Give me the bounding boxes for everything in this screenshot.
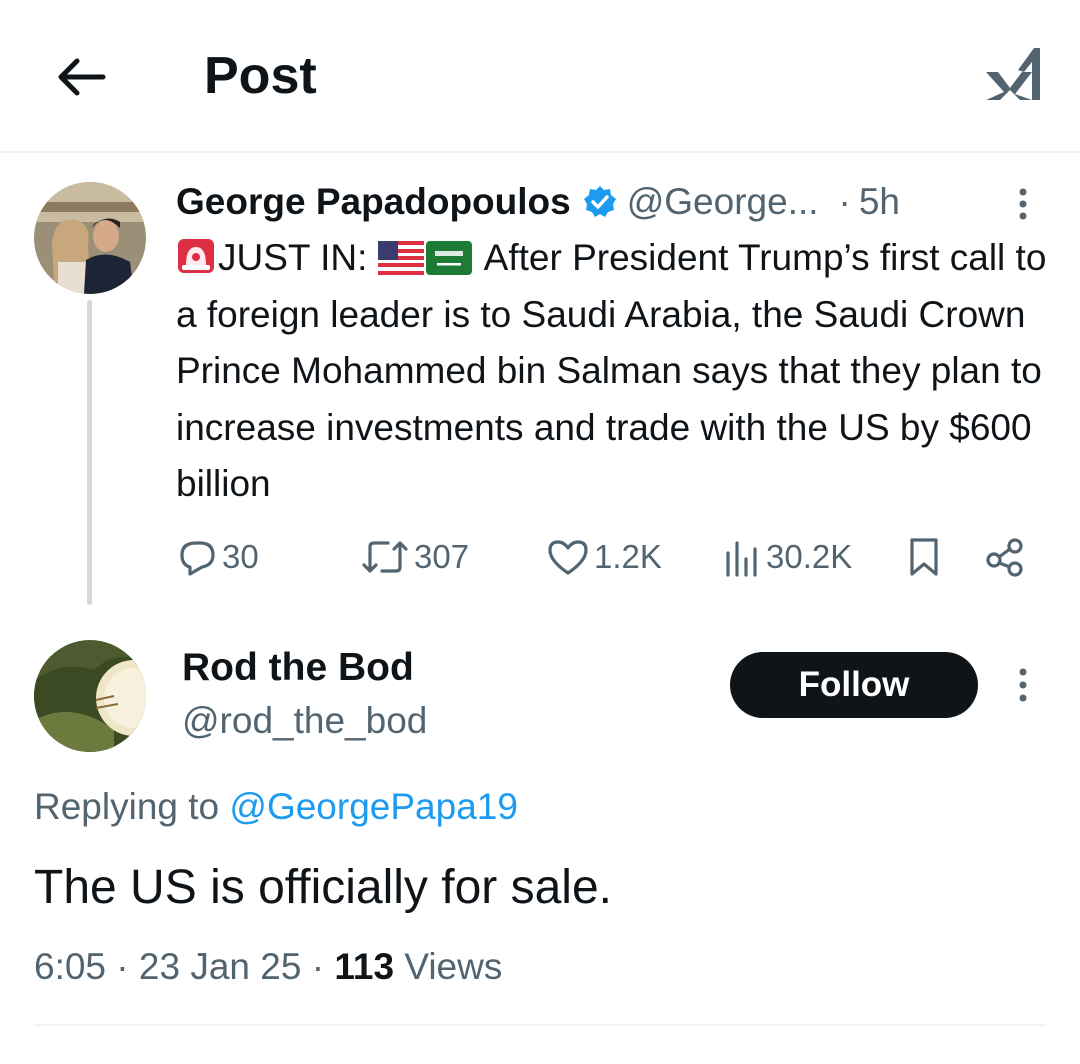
reply-views-label: Views bbox=[404, 946, 503, 987]
reply-author-handle[interactable]: @rod_the_bod bbox=[182, 697, 427, 745]
reply-date[interactable]: 23 Jan 25 bbox=[139, 946, 302, 987]
arrow-left-icon bbox=[58, 58, 106, 96]
reply-button[interactable]: 30 bbox=[176, 534, 259, 580]
tweet-age[interactable]: 5h bbox=[859, 181, 900, 223]
heart-icon bbox=[548, 540, 588, 575]
tweet-text: JUST IN: After President Trump’s first c… bbox=[176, 230, 1056, 513]
repost-count: 307 bbox=[414, 538, 470, 575]
more-options-icon[interactable] bbox=[1008, 664, 1038, 706]
action-bar: 30 307 1.2K 30.2K bbox=[176, 534, 1036, 580]
share-icon bbox=[986, 538, 1023, 577]
avatar[interactable] bbox=[34, 640, 146, 752]
reply-meta: 6:05 · 23 Jan 25 · 113 Views bbox=[34, 943, 502, 991]
author-handle[interactable]: @George... bbox=[627, 181, 819, 223]
tweet-text-prefix: JUST IN: bbox=[218, 237, 378, 278]
back-button[interactable] bbox=[52, 48, 110, 106]
page-title: Post bbox=[204, 47, 317, 105]
more-options-icon[interactable] bbox=[1008, 184, 1038, 224]
like-count: 1.2K bbox=[594, 538, 662, 575]
author-name[interactable]: George Papadopoulos bbox=[176, 181, 571, 223]
police-light-emoji bbox=[178, 239, 214, 273]
reply-author-name[interactable]: Rod the Bod bbox=[182, 644, 414, 692]
bookmark-icon bbox=[910, 538, 938, 576]
share-button[interactable] bbox=[984, 534, 1026, 580]
avatar[interactable] bbox=[34, 182, 146, 294]
replying-to: Replying to @GeorgePapa19 bbox=[34, 783, 518, 831]
reply-text: The US is officially for sale. bbox=[34, 861, 612, 914]
replying-to-link[interactable]: @GeorgePapa19 bbox=[229, 786, 518, 827]
verified-badge-icon bbox=[583, 186, 616, 217]
analytics-icon bbox=[726, 541, 757, 577]
follow-button[interactable]: Follow bbox=[730, 652, 978, 718]
repost-icon bbox=[362, 541, 408, 573]
reply-views-count[interactable]: 113 bbox=[334, 946, 394, 987]
reply-time[interactable]: 6:05 bbox=[34, 946, 106, 987]
header-divider bbox=[0, 151, 1080, 153]
replying-to-label: Replying to bbox=[34, 786, 220, 827]
x-logo-icon[interactable] bbox=[982, 42, 1044, 104]
views-button[interactable]: 30.2K bbox=[722, 534, 852, 580]
us-flag-emoji bbox=[377, 241, 424, 275]
bookmark-button[interactable] bbox=[906, 534, 942, 580]
repost-button[interactable]: 307 bbox=[360, 534, 469, 580]
reply-icon bbox=[180, 541, 215, 576]
saudi-flag-emoji bbox=[425, 241, 472, 275]
views-count: 30.2K bbox=[766, 538, 853, 575]
bottom-divider bbox=[34, 1024, 1046, 1026]
tweet-header: George Papadopoulos @George... · 5h bbox=[176, 178, 900, 226]
like-button[interactable]: 1.2K bbox=[546, 534, 662, 580]
meta-separator: · bbox=[311, 946, 325, 987]
meta-separator: · bbox=[116, 946, 129, 987]
separator-dot: · bbox=[838, 181, 851, 222]
reply-count: 30 bbox=[222, 538, 259, 575]
thread-connector-line bbox=[87, 300, 92, 605]
